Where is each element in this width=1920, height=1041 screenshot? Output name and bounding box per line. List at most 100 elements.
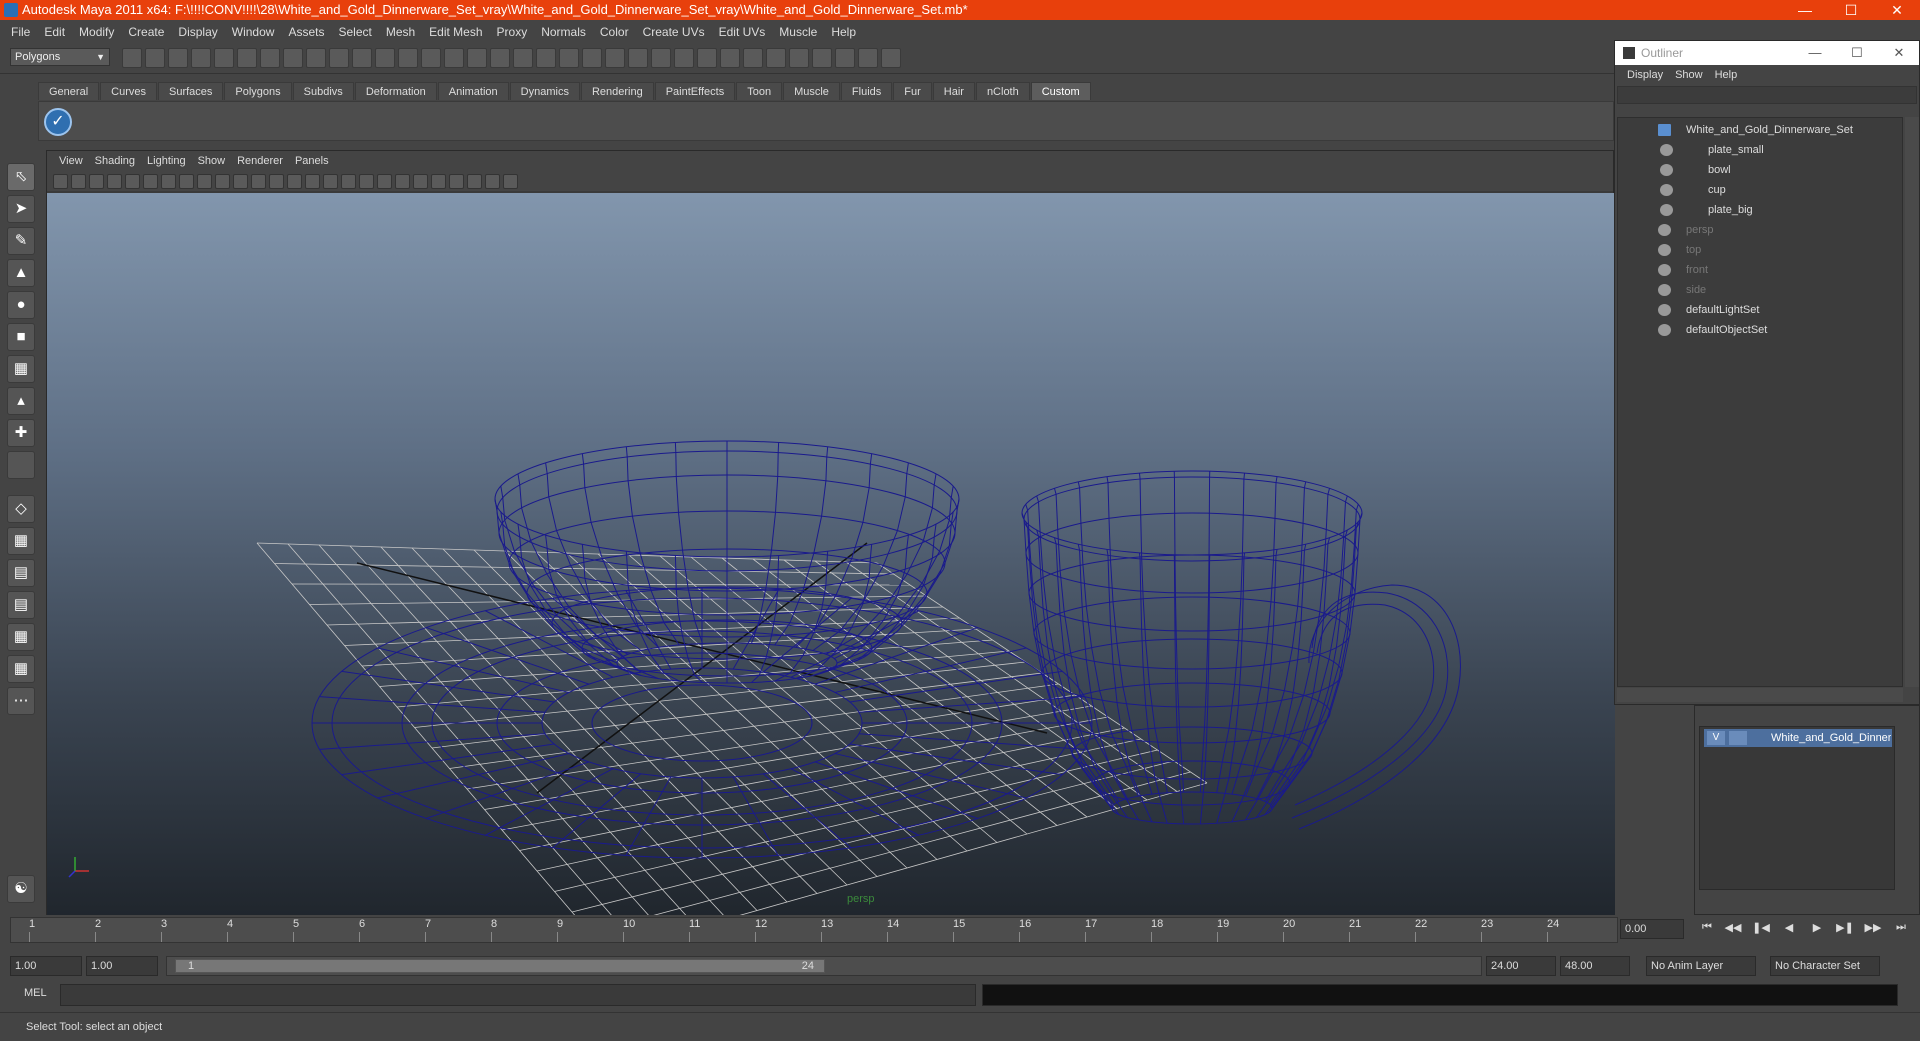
panel-tool-icon[interactable] [413, 173, 428, 189]
status-tool-icon[interactable] [444, 48, 464, 68]
outliner-item-front[interactable]: front [1618, 260, 1898, 280]
panel-menu-renderer[interactable]: Renderer [231, 155, 289, 167]
outliner-item-top[interactable]: top [1618, 240, 1898, 260]
hypershade-layout-icon[interactable]: ▦ [7, 623, 35, 651]
status-tool-icon[interactable] [260, 48, 280, 68]
panel-menu-panels[interactable]: Panels [289, 155, 335, 167]
panel-tool-icon[interactable] [143, 173, 158, 189]
layer-type-toggle[interactable] [1729, 731, 1747, 745]
status-tool-icon[interactable] [812, 48, 832, 68]
panel-menu-shading[interactable]: Shading [89, 155, 141, 167]
status-tool-icon[interactable] [513, 48, 533, 68]
single-perspective-layout-icon[interactable]: ◇ [7, 495, 35, 523]
panel-tool-icon[interactable] [431, 173, 446, 189]
last-tool-icon[interactable]: ✚ [7, 419, 35, 447]
outliner-horizontal-scrollbar[interactable] [1617, 688, 1903, 702]
panel-menu-lighting[interactable]: Lighting [141, 155, 192, 167]
shelf-tab-dynamics[interactable]: Dynamics [509, 82, 580, 100]
shelf-tab-custom[interactable]: Custom [1030, 82, 1091, 100]
menu-assets[interactable]: Assets [281, 20, 331, 44]
panel-tool-icon[interactable] [485, 173, 500, 189]
panel-tool-icon[interactable] [503, 173, 518, 189]
command-language-label[interactable]: MEL [24, 987, 47, 999]
status-tool-icon[interactable] [582, 48, 602, 68]
status-tool-icon[interactable] [858, 48, 878, 68]
shelf-tab-subdivs[interactable]: Subdivs [292, 82, 354, 100]
minimize-button[interactable]: — [1782, 0, 1828, 20]
menu-create[interactable]: Create [121, 20, 171, 44]
menu-set-selector[interactable]: Polygons ▼ [10, 48, 110, 66]
outliner-item-side[interactable]: side [1618, 280, 1898, 300]
move-tool-icon[interactable]: ▲ [7, 259, 35, 287]
character-set-dropdown[interactable]: No Character Set [1770, 956, 1880, 976]
status-tool-icon[interactable] [352, 48, 372, 68]
step-forward-key-button[interactable]: ▶▶ [1862, 921, 1884, 939]
menu-mesh[interactable]: Mesh [379, 20, 422, 44]
scale-tool-icon[interactable]: ■ [7, 323, 35, 351]
layer-visibility-toggle[interactable]: V [1707, 731, 1725, 745]
quick-layout-icon[interactable]: ☯ [7, 875, 35, 903]
range-slider-track[interactable]: 1 24 [166, 956, 1482, 976]
step-back-frame-button[interactable]: ❚◀ [1750, 921, 1772, 939]
status-tool-icon[interactable] [168, 48, 188, 68]
shelf-tab-hair[interactable]: Hair [932, 82, 975, 100]
outliner-item-cup[interactable]: cup [1618, 180, 1898, 200]
shelf-tab-polygons[interactable]: Polygons [224, 82, 292, 100]
select-tool-icon[interactable]: ⬁ [7, 163, 35, 191]
panel-tool-icon[interactable] [71, 173, 86, 189]
status-tool-icon[interactable] [789, 48, 809, 68]
close-button[interactable]: ✕ [1874, 0, 1920, 20]
outliner-maximize-button[interactable]: ☐ [1837, 41, 1877, 65]
menu-edit-uvs[interactable]: Edit UVs [712, 20, 773, 44]
status-tool-icon[interactable] [421, 48, 441, 68]
playback-start-field[interactable]: 1.00 [86, 956, 158, 976]
panel-tool-icon[interactable] [269, 173, 284, 189]
menu-select[interactable]: Select [331, 20, 378, 44]
current-frame-field[interactable]: 0.00 [1620, 919, 1684, 939]
status-tool-icon[interactable] [490, 48, 510, 68]
layout-options-icon[interactable]: ⋯ [7, 687, 35, 715]
status-tool-icon[interactable] [697, 48, 717, 68]
status-tool-icon[interactable] [536, 48, 556, 68]
shelf-tab-surfaces[interactable]: Surfaces [157, 82, 224, 100]
panel-tool-icon[interactable] [215, 173, 230, 189]
shelf-tab-muscle[interactable]: Muscle [783, 82, 840, 100]
outliner-item-defaultobjectset[interactable]: defaultObjectSet [1618, 320, 1898, 340]
menu-muscle[interactable]: Muscle [772, 20, 824, 44]
panel-tool-icon[interactable] [53, 173, 68, 189]
panel-tool-icon[interactable] [341, 173, 356, 189]
perspective-viewport[interactable]: persp [47, 193, 1615, 916]
animation-end-field[interactable]: 48.00 [1560, 956, 1630, 976]
panel-tool-icon[interactable] [305, 173, 320, 189]
menu-help[interactable]: Help [824, 20, 863, 44]
playback-end-field[interactable]: 24.00 [1486, 956, 1556, 976]
time-slider-track[interactable]: 1 2 3 4 5 6 7 8 9 10 11 12 13 14 15 16 17 18 19 20 21 22 23 24 [10, 917, 1618, 943]
menu-modify[interactable]: Modify [72, 20, 121, 44]
rotate-tool-icon[interactable]: ● [7, 291, 35, 319]
panel-tool-icon[interactable] [233, 173, 248, 189]
menu-normals[interactable]: Normals [534, 20, 593, 44]
outliner-menu-help[interactable]: Help [1709, 69, 1744, 81]
menu-create-uvs[interactable]: Create UVs [636, 20, 712, 44]
play-backward-button[interactable]: ◀ [1778, 921, 1800, 939]
go-to-end-button[interactable]: ⏭ [1890, 921, 1912, 939]
custom-shelf-check-icon[interactable]: ✓ [44, 108, 72, 136]
menu-edit[interactable]: Edit [37, 20, 72, 44]
outliner-vertical-scrollbar[interactable] [1905, 117, 1919, 687]
status-tool-icon[interactable] [766, 48, 786, 68]
status-tool-icon[interactable] [306, 48, 326, 68]
panel-tool-icon[interactable] [89, 173, 104, 189]
persp-graph-layout-icon[interactable]: ▤ [7, 591, 35, 619]
menu-window[interactable]: Window [225, 20, 282, 44]
shelf-tab-toon[interactable]: Toon [736, 82, 783, 100]
status-tool-icon[interactable] [467, 48, 487, 68]
outliner-close-button[interactable]: ✕ [1879, 41, 1919, 65]
persp-outliner-layout-icon[interactable]: ▤ [7, 559, 35, 587]
panel-tool-icon[interactable] [197, 173, 212, 189]
status-tool-icon[interactable] [214, 48, 234, 68]
status-tool-icon[interactable] [329, 48, 349, 68]
shelf-tab-painteffects[interactable]: PaintEffects [654, 82, 736, 100]
outliner-menu-show[interactable]: Show [1669, 69, 1709, 81]
status-tool-icon[interactable] [398, 48, 418, 68]
panel-tool-icon[interactable] [287, 173, 302, 189]
